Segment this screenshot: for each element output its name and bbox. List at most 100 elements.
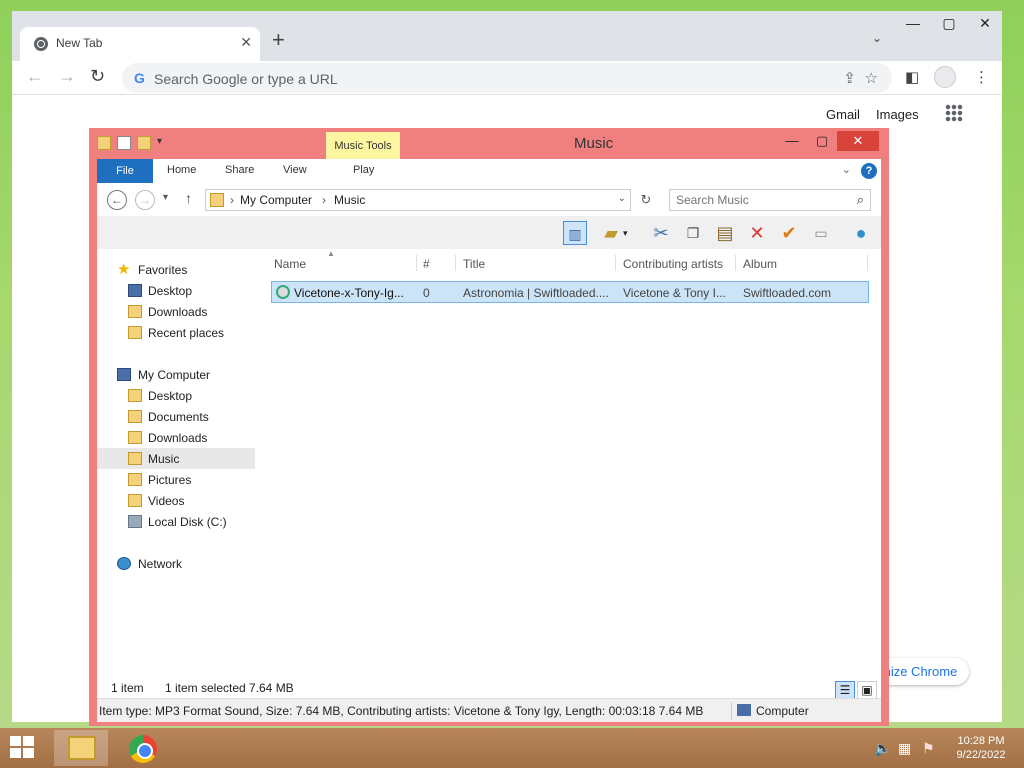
nav-fav-recent-places[interactable]: Recent places [97, 322, 255, 343]
gmail-link[interactable]: Gmail [826, 107, 860, 122]
address-dropdown-icon[interactable]: ⌄ [618, 193, 626, 204]
nav-documents[interactable]: Documents [97, 406, 255, 427]
nav-downloads[interactable]: Downloads [97, 427, 255, 448]
nav-videos[interactable]: Videos [97, 490, 255, 511]
file-row[interactable]: Vicetone-x-Tony-Ig... 0 Astronomia | Swi… [271, 281, 869, 303]
close-button[interactable]: ✕ [978, 15, 992, 32]
breadcrumb-music[interactable]: Music [334, 193, 365, 207]
share-icon[interactable]: ⇪ [843, 69, 856, 87]
folder-options-icon[interactable]: ▰ [599, 221, 623, 245]
large-icons-view-icon[interactable]: ▣ [857, 681, 877, 699]
address-row: ← → ▾ ↑ › My Computer › Music ⌄ ↻ ⌕ [97, 183, 881, 217]
nav-label: Pictures [148, 473, 192, 487]
bookmark-star-icon[interactable]: ☆ [865, 69, 878, 87]
minimize-button[interactable]: — [777, 131, 807, 151]
tab-close-icon[interactable]: ✕ [240, 34, 252, 51]
chrome-tab-strip: New Tab ✕ + ⌄ — ▢ ✕ [12, 11, 1002, 61]
search-input[interactable] [670, 190, 840, 210]
clock-time: 10:28 PM [957, 735, 1005, 747]
address-bar[interactable]: › My Computer › Music ⌄ [205, 189, 631, 211]
column-divider[interactable] [455, 255, 456, 271]
help-icon[interactable]: ? [861, 163, 877, 179]
column-divider[interactable] [867, 255, 868, 271]
breadcrumb-separator-icon[interactable]: › [322, 193, 326, 207]
recent-locations-icon[interactable]: ▾ [163, 192, 168, 203]
forward-arrow-icon[interactable]: → [58, 66, 76, 87]
nav-favorites[interactable]: ★ Favorites [97, 259, 255, 280]
search-box[interactable]: ⌕ [669, 189, 871, 211]
nav-desktop[interactable]: Desktop [97, 385, 255, 406]
nav-fav-downloads[interactable]: Downloads [97, 301, 255, 322]
copy-icon[interactable]: ❐ [681, 221, 705, 245]
tab-title: New Tab [56, 36, 103, 50]
close-button[interactable]: ✕ [837, 131, 879, 151]
item-details: Item type: MP3 Format Sound, Size: 7.64 … [99, 704, 704, 718]
cut-icon[interactable]: ✂ [649, 221, 673, 245]
tab-play[interactable]: Play [353, 164, 374, 176]
layout-pane-icon[interactable]: ▥ [563, 221, 587, 245]
nav-label: My Computer [138, 368, 211, 382]
column-divider[interactable] [416, 255, 417, 271]
nav-fav-desktop[interactable]: Desktop [97, 280, 255, 301]
qa-dropdown-icon[interactable]: ▾ [157, 136, 162, 150]
paste-icon[interactable]: ▤ [713, 221, 737, 245]
images-link[interactable]: Images [876, 107, 919, 122]
column-header-name[interactable]: Name [274, 257, 306, 271]
forward-icon[interactable]: → [135, 190, 155, 210]
explorer-titlebar: ▾ Music Tools Music — ▢ ✕ [89, 128, 889, 160]
back-arrow-icon[interactable]: ← [26, 66, 44, 87]
track-title: Astronomia | Swiftloaded.... [463, 286, 609, 300]
clock[interactable]: 10:28 PM 9/22/2022 [948, 734, 1014, 762]
delete-icon[interactable]: ✕ [745, 221, 769, 245]
column-divider[interactable] [735, 255, 736, 271]
nav-network[interactable]: Network [97, 553, 255, 574]
reload-icon[interactable]: ↻ [90, 66, 105, 87]
volume-icon[interactable]: 🔈 [874, 740, 891, 757]
properties-icon[interactable]: ▭ [809, 221, 833, 245]
nav-local-disk[interactable]: Local Disk (C:) [97, 511, 255, 532]
tab-new-tab[interactable]: New Tab ✕ [20, 27, 260, 61]
tab-file[interactable]: File [97, 159, 153, 183]
nav-pictures[interactable]: Pictures [97, 469, 255, 490]
new-tab-button[interactable]: + [272, 29, 285, 51]
column-divider[interactable] [615, 255, 616, 271]
properties-icon[interactable] [117, 136, 131, 150]
taskbar-file-explorer[interactable] [54, 730, 108, 766]
taskbar-chrome[interactable] [116, 730, 170, 766]
nav-my-computer[interactable]: My Computer [97, 364, 255, 385]
tab-view[interactable]: View [283, 164, 307, 176]
refresh-icon[interactable]: ↻ [635, 189, 657, 211]
omnibox[interactable]: G Search Google or type a URL ⇪ ☆ [122, 63, 892, 93]
breadcrumb-my-computer[interactable]: My Computer [240, 193, 312, 207]
action-center-flag-icon[interactable]: ⚑ [922, 740, 935, 757]
start-button[interactable] [10, 736, 36, 760]
network-tray-icon[interactable]: ▦ [898, 740, 911, 757]
maximize-button[interactable]: ▢ [942, 15, 956, 32]
back-icon[interactable]: ← [107, 190, 127, 210]
tab-share[interactable]: Share [225, 164, 254, 176]
nav-music[interactable]: Music [97, 448, 255, 469]
profile-avatar[interactable] [934, 66, 956, 88]
up-arrow-icon[interactable]: ↑ [185, 190, 192, 206]
details-view-icon[interactable]: ☰ [835, 681, 855, 699]
side-panel-icon[interactable]: ◧ [905, 68, 919, 86]
menu-kebab-icon[interactable]: ⋮ [974, 68, 989, 86]
ribbon-expand-icon[interactable]: ⌄ [842, 163, 851, 176]
nav-label: Recent places [148, 326, 225, 340]
options-dropdown-icon[interactable]: ▾ [623, 228, 628, 239]
rename-check-icon[interactable]: ✔ [777, 221, 801, 245]
search-icon[interactable]: ⌕ [857, 192, 864, 208]
nav-label: Local Disk (C:) [148, 515, 227, 529]
tab-search-chevron-icon[interactable]: ⌄ [872, 31, 882, 45]
column-header-contributing-artists[interactable]: Contributing artists [623, 257, 723, 271]
column-header-title[interactable]: Title [463, 257, 485, 271]
tab-home[interactable]: Home [167, 164, 196, 176]
network-globe-icon[interactable]: ● [849, 221, 873, 245]
column-header-number[interactable]: # [423, 257, 430, 271]
new-folder-icon[interactable] [137, 136, 151, 150]
google-apps-icon[interactable] [945, 104, 963, 122]
breadcrumb-separator-icon[interactable]: › [230, 193, 234, 207]
column-header-album[interactable]: Album [743, 257, 777, 271]
minimize-button[interactable]: — [906, 15, 920, 32]
maximize-button[interactable]: ▢ [807, 131, 837, 151]
